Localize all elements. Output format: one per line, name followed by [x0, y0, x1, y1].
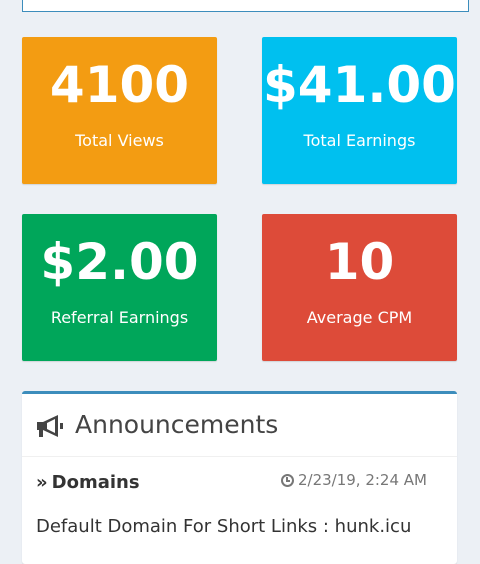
announcement-item-title: » Domains [36, 470, 140, 496]
announcement-title-text: Domains [51, 472, 140, 493]
announcement-body: Default Domain For Short Links : hunk.ic… [36, 516, 412, 537]
double-chevron-right-icon: » [36, 472, 48, 493]
announcements-header: Announcements [22, 394, 457, 457]
stat-tile-total-views: 4100 Total Views [22, 37, 217, 184]
announcement-date-text: 2/23/19, 2:24 AM [297, 471, 427, 489]
stat-value: $2.00 [40, 233, 199, 291]
clock-icon [280, 474, 294, 487]
bullhorn-icon [36, 414, 66, 438]
announcements-panel: Announcements » Domains 2/23/19, 2:24 AM … [22, 391, 457, 564]
announcement-date: 2/23/19, 2:24 AM [280, 468, 427, 492]
announcements-title: Announcements [75, 410, 279, 439]
stat-label: Average CPM [306, 308, 413, 327]
stat-tile-referral-earnings: $2.00 Referral Earnings [22, 214, 217, 361]
stat-label: Total Views [75, 131, 164, 150]
stat-label: Total Earnings [303, 131, 416, 150]
stat-value: 10 [324, 233, 395, 291]
stat-label: Referral Earnings [50, 308, 189, 327]
stat-value: $41.00 [263, 56, 456, 114]
top-panel-edge [22, 0, 469, 12]
stat-value: 4100 [49, 56, 190, 114]
stat-tile-average-cpm: 10 Average CPM [262, 214, 457, 361]
stat-tile-total-earnings: $41.00 Total Earnings [262, 37, 457, 184]
